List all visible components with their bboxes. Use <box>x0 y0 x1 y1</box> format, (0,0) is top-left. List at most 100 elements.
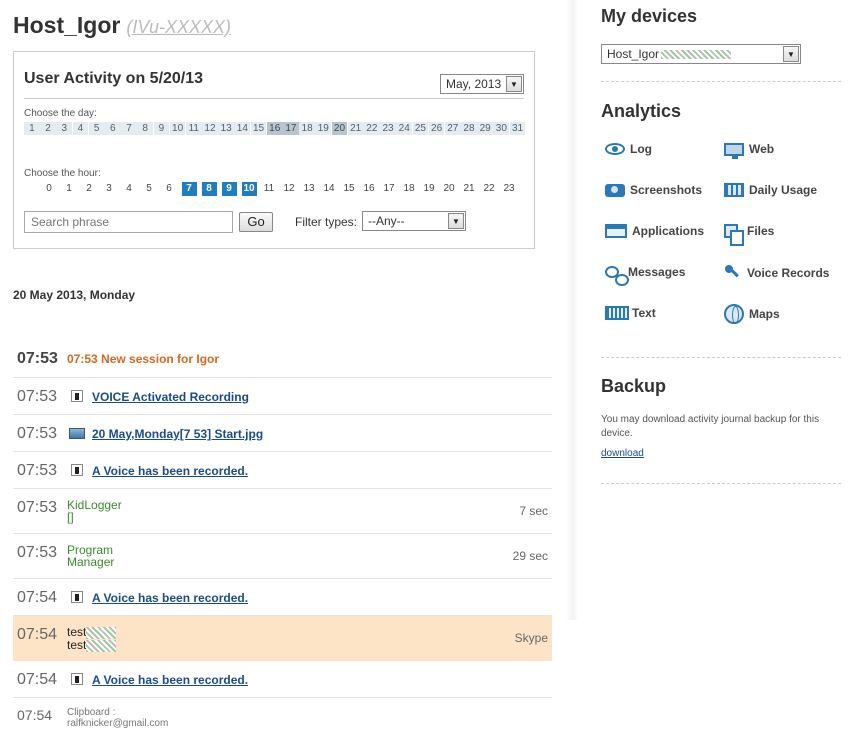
day-23[interactable]: 23 <box>380 122 396 135</box>
hour-2[interactable]: 2 <box>79 182 99 196</box>
analytics-label: Screenshots <box>630 183 703 197</box>
day-26[interactable]: 26 <box>428 122 445 135</box>
device-select[interactable]: Host_Igor ▼ <box>601 44 801 64</box>
row-link[interactable]: A Voice has been recorded. <box>92 673 248 687</box>
analytics-screenshots[interactable]: Screenshots <box>605 183 702 197</box>
hour-12[interactable]: 12 <box>279 182 299 196</box>
activity-panel: User Activity on 5/20/13 May, 2013 ▼ Cho… <box>13 51 535 249</box>
day-15[interactable]: 15 <box>250 122 267 135</box>
analytics-text[interactable]: Text <box>605 306 656 320</box>
day-3[interactable]: 3 <box>56 122 73 135</box>
hour-7[interactable]: 7 <box>181 182 197 196</box>
hour-1[interactable]: 1 <box>59 182 79 196</box>
row-link[interactable]: 20 May,Monday[7 53] Start.jpg <box>92 427 263 441</box>
row-time: 07:53 <box>17 388 58 405</box>
hour-8[interactable]: 8 <box>201 182 217 196</box>
day-25[interactable]: 25 <box>412 122 429 135</box>
day-picker: 1 2 3 4 5 6 7 8 9 10 11 12 13 14 15 16 17 18 19 20 21 22 23 24 2… <box>24 122 526 135</box>
hour-13[interactable]: 13 <box>299 182 319 196</box>
day-30[interactable]: 30 <box>493 122 510 135</box>
day-7[interactable]: 7 <box>121 122 137 135</box>
sidebar: My devices Host_Igor ▼ Analytics Log Web… <box>580 0 855 729</box>
hour-22[interactable]: 22 <box>479 182 499 196</box>
day-24[interactable]: 24 <box>396 122 413 135</box>
day-16[interactable]: 16 <box>266 122 283 135</box>
row-duration: 7 sec <box>519 504 548 518</box>
day-10[interactable]: 10 <box>169 122 186 135</box>
row-link[interactable]: VOICE Activated Recording <box>92 390 249 404</box>
day-13[interactable]: 13 <box>218 122 235 135</box>
hour-17[interactable]: 17 <box>379 182 399 196</box>
day-14[interactable]: 14 <box>234 122 251 135</box>
day-28[interactable]: 28 <box>461 122 477 135</box>
hour-21[interactable]: 21 <box>459 182 479 196</box>
hour-23[interactable]: 23 <box>499 182 519 196</box>
analytics-label: Voice Records <box>747 266 830 280</box>
day-21[interactable]: 21 <box>347 122 364 135</box>
hour-10[interactable]: 10 <box>241 182 257 196</box>
hour-4[interactable]: 4 <box>119 182 139 196</box>
filter-select-value: --Any-- <box>368 214 405 228</box>
analytics-daily-usage[interactable]: Daily Usage <box>724 183 817 197</box>
day-4[interactable]: 4 <box>72 122 89 135</box>
keyboard-icon <box>605 306 629 320</box>
chevron-down-icon: ▼ <box>783 46 799 62</box>
go-button[interactable]: Go <box>239 212 273 232</box>
analytics-files[interactable]: Files <box>724 224 775 246</box>
day-20[interactable]: 20 <box>331 122 348 135</box>
speaker-icon <box>71 673 83 685</box>
analytics-web[interactable]: Web <box>724 142 774 159</box>
row-link[interactable]: A Voice has been recorded. <box>92 464 248 478</box>
backup-description: You may download activity journal backup… <box>601 414 820 439</box>
day-19[interactable]: 19 <box>315 122 332 135</box>
hour-20[interactable]: 20 <box>439 182 459 196</box>
speaker-icon <box>71 390 83 402</box>
hour-5[interactable]: 5 <box>139 182 159 196</box>
day-8[interactable]: 8 <box>137 122 154 135</box>
activity-row: 07:53 Program Manager 29 sec <box>13 534 552 579</box>
day-27[interactable]: 27 <box>444 122 461 135</box>
day-22[interactable]: 22 <box>363 122 380 135</box>
hour-3[interactable]: 3 <box>99 182 119 196</box>
hour-14[interactable]: 14 <box>319 182 339 196</box>
day-9[interactable]: 9 <box>153 122 170 135</box>
hour-18[interactable]: 18 <box>399 182 419 196</box>
filter-types-select[interactable]: --Any-- ▼ <box>362 211 466 231</box>
analytics-log[interactable]: Log <box>605 142 652 156</box>
download-link[interactable]: download <box>601 448 644 459</box>
day-6[interactable]: 6 <box>104 122 121 135</box>
row-link[interactable]: A Voice has been recorded. <box>92 591 248 605</box>
day-11[interactable]: 11 <box>185 122 202 135</box>
activity-row-highlighted: 07:54 test test Skype <box>13 616 552 661</box>
hour-11[interactable]: 11 <box>259 182 279 196</box>
hour-19[interactable]: 19 <box>419 182 439 196</box>
hour-15[interactable]: 15 <box>339 182 359 196</box>
hour-0[interactable]: 0 <box>39 182 59 196</box>
day-18[interactable]: 18 <box>299 122 315 135</box>
day-2[interactable]: 2 <box>40 122 56 135</box>
speaker-icon <box>71 464 83 476</box>
host-subtitle-link[interactable]: (IVu-XXXXX) <box>126 17 231 37</box>
day-12[interactable]: 12 <box>202 122 218 135</box>
analytics-maps[interactable]: Maps <box>724 304 780 324</box>
row-app-name: Program Manager <box>67 544 114 568</box>
day-1[interactable]: 1 <box>24 122 40 135</box>
host-title: Host_Igor (IVu-XXXXX) <box>13 12 231 39</box>
row-time: 07:54 <box>17 589 58 606</box>
month-select[interactable]: May, 2013 ▼ <box>440 74 524 94</box>
day-29[interactable]: 29 <box>477 122 494 135</box>
analytics-label: Text <box>632 306 656 320</box>
analytics-voice-records[interactable]: Voice Records <box>724 265 829 281</box>
hour-9[interactable]: 9 <box>221 182 237 196</box>
analytics-applications[interactable]: Applications <box>605 224 704 238</box>
redacted-mark <box>86 639 117 652</box>
hour-16[interactable]: 16 <box>359 182 379 196</box>
day-17[interactable]: 17 <box>283 122 299 135</box>
day-5[interactable]: 5 <box>88 122 105 135</box>
redacted-mark <box>661 50 732 60</box>
analytics-label: Files <box>747 224 775 238</box>
day-31[interactable]: 31 <box>509 122 526 135</box>
search-input[interactable] <box>24 211 233 233</box>
hour-6[interactable]: 6 <box>159 182 179 196</box>
analytics-messages[interactable]: Messages <box>605 265 685 286</box>
